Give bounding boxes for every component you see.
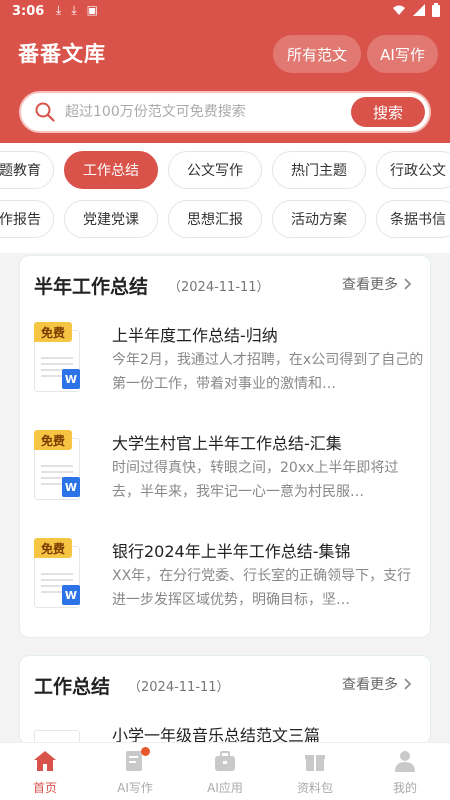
status-time: 3:06 xyxy=(12,4,45,19)
section-date: （2024-11-11） xyxy=(168,280,270,295)
section-card: 工作总结 （2024-11-11） 查看更多 小学一年级音乐总结范文三篇 xyxy=(19,655,431,745)
battery-icon xyxy=(432,3,440,17)
doc-title: 大学生村官上半年工作总结-汇集 xyxy=(112,434,342,453)
nav-materials[interactable]: 资料包 xyxy=(280,749,350,799)
search-button[interactable]: 搜索 xyxy=(351,97,425,127)
nav-label: 我的 xyxy=(392,781,417,795)
header: 3:06 ⤓ ⤓ ▣ 番番文库 所有范文 AI写作 搜索 xyxy=(0,0,450,143)
doc-title: 上半年度工作总结-归纳 xyxy=(112,326,278,345)
tag-item-active[interactable]: 工作总结 xyxy=(64,151,158,189)
tag-item[interactable]: 党建党课 xyxy=(64,200,158,238)
tag-item[interactable]: 行政公文 xyxy=(376,151,450,189)
nav-label: AI应用 xyxy=(207,781,243,795)
gift-icon xyxy=(305,755,325,771)
bottom-nav: 首页 AI写作 AI应用 资料包 我的 xyxy=(0,742,450,800)
doc-description: 时间过得真快，转眼之间，20xx上半年即将过去，半年来，我牢记一心一意为村民服… xyxy=(112,460,399,500)
briefcase-icon xyxy=(215,751,235,771)
tag-row: 题教育 工作总结 公文写作 热门主题 行政公文 xyxy=(0,151,450,189)
view-more-label: 查看更多 xyxy=(342,677,398,693)
nav-label: AI写作 xyxy=(117,781,153,795)
free-badge: 免费 xyxy=(34,430,72,450)
doc-description: 今年2月，我通过人才招聘，在x公司得到了自己的第一份工作，带着对事业的激情和… xyxy=(112,352,424,392)
doc-item[interactable]: 免费 W 上半年度工作总结-归纳 今年2月，我通过人才招聘，在x公司得到了自己的… xyxy=(34,322,424,414)
tag-item[interactable]: 思想汇报 xyxy=(168,200,262,238)
view-more-link[interactable]: 查看更多 xyxy=(342,274,412,294)
free-badge: 免费 xyxy=(34,322,72,342)
doc-item[interactable]: 免费 W 大学生村官上半年工作总结-汇集 时间过得真快，转眼之间，20xx上半年… xyxy=(34,430,424,522)
word-icon: W xyxy=(62,369,80,389)
tag-item[interactable]: 题教育 xyxy=(0,151,54,189)
tag-item[interactable]: 公文写作 xyxy=(168,151,262,189)
app-title: 番番文库 xyxy=(18,42,106,66)
doc-item[interactable]: 免费 W 银行2024年上半年工作总结-集锦 XX年，在分行党委、行长室的正确领… xyxy=(34,538,424,630)
section-title: 半年工作总结 xyxy=(34,276,149,298)
status-bar: 3:06 ⤓ ⤓ ▣ xyxy=(0,0,450,24)
tag-item[interactable]: 作报告 xyxy=(0,200,54,238)
view-more-label: 查看更多 xyxy=(342,277,398,293)
word-icon: W xyxy=(62,585,80,605)
tag-item[interactable]: 条据书信 xyxy=(376,200,450,238)
section-card: 半年工作总结 （2024-11-11） 查看更多 免费 W 上半年度工作总结-归… xyxy=(19,255,431,638)
section-title: 工作总结 xyxy=(34,676,111,698)
signal-icon xyxy=(413,4,425,16)
wifi-icon xyxy=(393,5,405,15)
category-tags: 题教育 工作总结 公文写作 热门主题 行政公文 作报告 党建党课 思想汇报 活动… xyxy=(0,143,450,253)
nav-label: 资料包 xyxy=(296,781,333,795)
doc-title: 银行2024年上半年工作总结-集锦 xyxy=(112,542,351,561)
nav-label: 首页 xyxy=(32,781,57,795)
view-more-link[interactable]: 查看更多 xyxy=(342,674,412,694)
a-icon: ▣ xyxy=(86,3,98,17)
search-bar: 搜索 xyxy=(19,91,431,133)
nav-profile[interactable]: 我的 xyxy=(370,749,440,799)
search-input[interactable] xyxy=(65,101,355,123)
free-badge: 免费 xyxy=(34,538,72,558)
download-icon: ⤓ xyxy=(71,3,77,17)
ai-write-button[interactable]: AI写作 xyxy=(367,35,438,73)
notification-dot xyxy=(141,747,150,756)
doc-description: XX年，在分行党委、行长室的正确领导下，支行进一步发挥区域优势，明确目标，坚… xyxy=(112,568,412,608)
tag-item[interactable]: 活动方案 xyxy=(272,200,366,238)
user-icon xyxy=(395,751,415,772)
word-icon: W xyxy=(62,477,80,497)
download-icon: ⤓ xyxy=(56,3,62,17)
section-date: （2024-11-11） xyxy=(128,680,230,695)
tag-row: 作报告 党建党课 思想汇报 活动方案 条据书信 xyxy=(0,200,450,238)
home-icon xyxy=(34,751,56,771)
chevron-right-icon xyxy=(404,678,412,690)
nav-ai-write[interactable]: AI写作 xyxy=(100,747,170,799)
nav-ai-apps[interactable]: AI应用 xyxy=(190,749,260,799)
nav-home[interactable]: 首页 xyxy=(10,749,80,799)
tag-item[interactable]: 热门主题 xyxy=(272,151,366,189)
chevron-right-icon xyxy=(404,278,412,290)
all-docs-button[interactable]: 所有范文 xyxy=(273,35,361,73)
search-icon xyxy=(35,102,55,122)
